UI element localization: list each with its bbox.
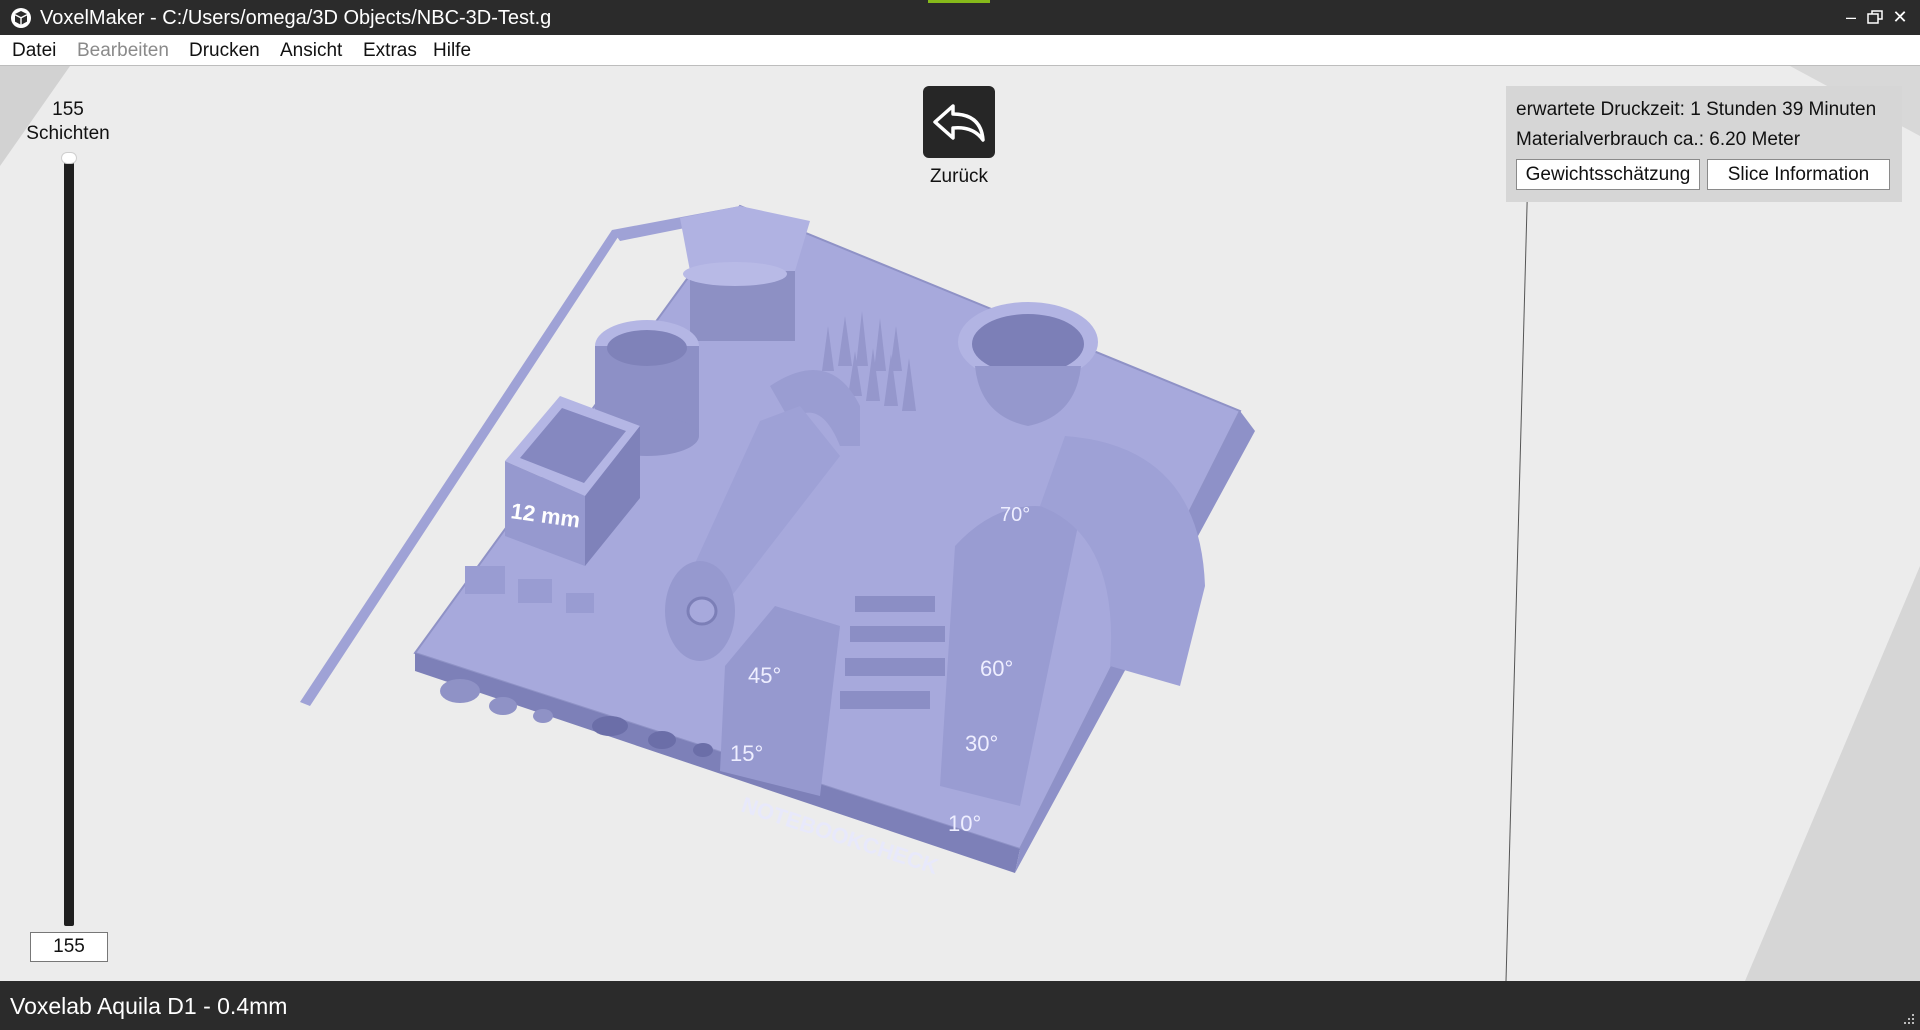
layer-count-unit: Schichten [26, 123, 110, 144]
weight-estimate-button[interactable]: Gewichtsschätzung [1516, 159, 1700, 190]
menu-bar: Datei Bearbeiten Drucken Ansicht Extras … [0, 35, 1920, 66]
layer-slider-handle[interactable] [61, 152, 77, 164]
menu-bearbeiten[interactable]: Bearbeiten [77, 40, 169, 62]
angle-label-10: 10° [948, 811, 981, 836]
app-logo-icon [11, 8, 31, 28]
layer-count-value: 155 [52, 99, 84, 120]
back-button[interactable] [923, 86, 995, 158]
status-bar: Voxelab Aquila D1 - 0.4mm [0, 981, 1920, 1030]
undo-arrow-icon [933, 104, 985, 142]
material-usage: Materialverbrauch ca.: 6.20 Meter [1516, 129, 1801, 150]
angle-label-30: 30° [965, 731, 998, 756]
title-accent [928, 0, 990, 3]
printer-profile[interactable]: Voxelab Aquila D1 - 0.4mm [10, 993, 287, 1019]
sliced-model[interactable]: 12 mm 45° 15° 70° 60° 30° 10° NOTEBOOKCH… [0, 66, 1920, 981]
title-bar: VoxelMaker - C:/Users/omega/3D Objects/N… [0, 0, 1920, 35]
angle-label-60: 60° [980, 656, 1013, 681]
restore-icon[interactable] [1864, 6, 1886, 28]
3d-viewport[interactable]: 12 mm 45° 15° 70° 60° 30° 10° NOTEBOOKCH… [0, 66, 1920, 981]
menu-drucken[interactable]: Drucken [189, 40, 260, 62]
angle-label-15: 15° [730, 741, 763, 766]
angle-label-45: 45° [748, 663, 781, 688]
close-icon[interactable]: ✕ [1889, 6, 1911, 28]
layer-count: 155 Schichten [18, 98, 118, 146]
menu-datei[interactable]: Datei [12, 40, 56, 62]
menu-extras[interactable]: Extras [363, 40, 417, 62]
minimize-icon[interactable]: – [1840, 6, 1862, 28]
angle-label-70: 70° [1000, 504, 1030, 526]
menu-ansicht[interactable]: Ansicht [280, 40, 342, 62]
print-info-panel: erwartete Druckzeit: 1 Stunden 39 Minute… [1506, 86, 1902, 202]
resize-grip-icon[interactable] [1902, 1012, 1916, 1026]
window-title: VoxelMaker - C:/Users/omega/3D Objects/N… [40, 7, 552, 29]
layer-input[interactable]: 155 [30, 932, 108, 962]
back-button-label: Zurück [929, 166, 989, 187]
slice-information-button[interactable]: Slice Information [1707, 159, 1890, 190]
layer-slider-track[interactable] [64, 158, 74, 926]
print-time: erwartete Druckzeit: 1 Stunden 39 Minute… [1516, 99, 1877, 120]
menu-hilfe[interactable]: Hilfe [433, 40, 471, 62]
